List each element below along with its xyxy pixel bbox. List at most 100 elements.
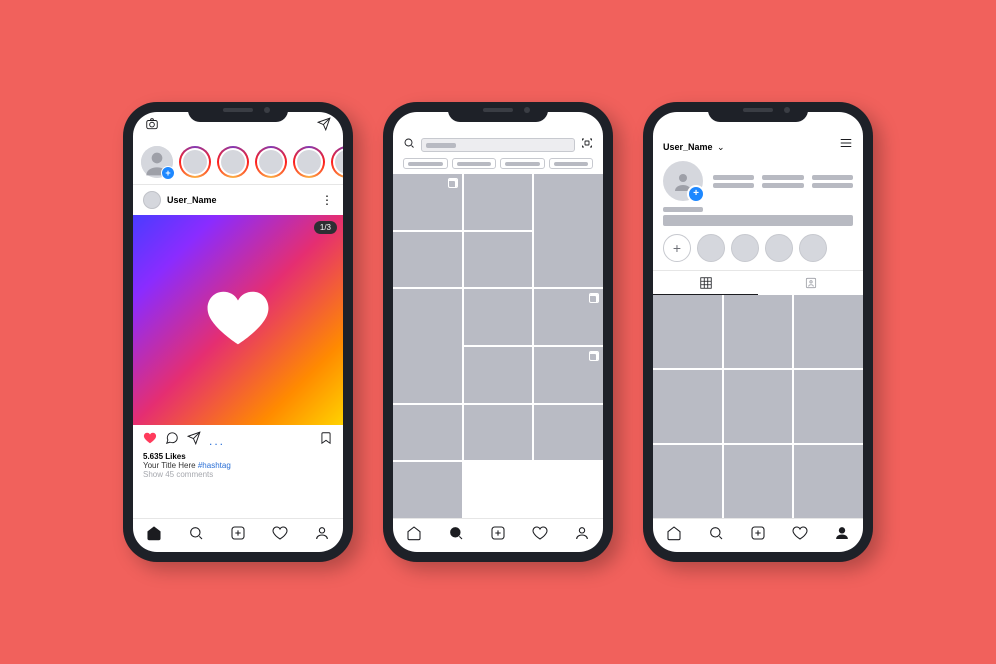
category-chip[interactable] [500, 158, 545, 169]
explore-tile[interactable] [464, 405, 533, 461]
profile-post-tile[interactable] [794, 370, 863, 443]
explore-tile[interactable] [464, 232, 533, 288]
profile-bio [653, 207, 863, 226]
comment-button[interactable] [165, 431, 179, 450]
profile-username-selector[interactable]: User_Name ⌄ [663, 137, 725, 155]
feed-navbar [133, 518, 343, 552]
nav-create-icon[interactable] [230, 525, 246, 546]
post-action-bar: ... [133, 425, 343, 452]
stat-following[interactable] [812, 175, 853, 188]
nav-activity-icon[interactable] [792, 525, 808, 546]
profile-post-tile[interactable] [653, 295, 722, 368]
highlight-item[interactable] [731, 234, 759, 262]
like-overlay-heart-icon [203, 283, 273, 358]
explore-tile[interactable] [534, 174, 603, 287]
nav-search-icon[interactable] [448, 525, 464, 546]
highlight-add[interactable]: + [663, 234, 691, 262]
explore-tile[interactable] [534, 289, 603, 345]
explore-tile[interactable] [393, 174, 462, 230]
nav-create-icon[interactable] [490, 525, 506, 546]
nav-search-icon[interactable] [188, 525, 204, 546]
carousel-dots: ... [209, 434, 225, 448]
story-your-story[interactable] [141, 146, 173, 178]
explore-tile[interactable] [464, 289, 533, 345]
story-item[interactable] [179, 146, 211, 178]
nav-home-icon[interactable] [146, 525, 162, 546]
nav-profile-icon[interactable] [834, 525, 850, 546]
bookmark-button[interactable] [319, 431, 333, 450]
nav-home-icon[interactable] [406, 525, 422, 546]
explore-category-chips [393, 158, 603, 174]
like-button[interactable] [143, 431, 157, 450]
tab-grid-posts[interactable] [653, 271, 758, 295]
story-item[interactable] [293, 146, 325, 178]
profile-post-tile[interactable] [653, 445, 722, 518]
explore-tile[interactable] [393, 462, 462, 518]
view-comments-link[interactable]: Show 45 comments [143, 470, 333, 479]
explore-tile[interactable] [393, 232, 462, 288]
profile-navbar [653, 518, 863, 552]
explore-screen [393, 112, 603, 552]
nav-search-icon[interactable] [708, 525, 724, 546]
post-image[interactable]: 1/3 [133, 215, 343, 425]
phone-explore [383, 102, 613, 562]
story-item[interactable] [217, 146, 249, 178]
stat-posts[interactable] [713, 175, 754, 188]
post-options-icon[interactable]: ⋮ [321, 193, 333, 207]
explore-tile[interactable] [393, 289, 462, 402]
feed-screen: User_Name ⋮ 1/3 ... 5 [133, 112, 343, 552]
share-button[interactable] [187, 431, 201, 450]
category-chip[interactable] [452, 158, 497, 169]
category-chip[interactable] [403, 158, 448, 169]
profile-avatar[interactable] [663, 161, 703, 201]
nav-home-icon[interactable] [666, 525, 682, 546]
nav-activity-icon[interactable] [272, 525, 288, 546]
nav-profile-icon[interactable] [314, 525, 330, 546]
hamburger-menu-icon[interactable] [839, 136, 853, 155]
scan-icon[interactable] [581, 136, 593, 154]
caption-title: Your Title Here [143, 461, 196, 470]
profile-post-tile[interactable] [724, 445, 793, 518]
explore-navbar [393, 518, 603, 552]
profile-tabs [653, 270, 863, 295]
stat-followers[interactable] [762, 175, 803, 188]
profile-post-tile[interactable] [653, 370, 722, 443]
profile-post-tile[interactable] [794, 295, 863, 368]
profile-stat-columns [713, 175, 853, 188]
explore-tile[interactable] [534, 405, 603, 461]
edit-profile-button[interactable] [663, 215, 853, 226]
bio-name-placeholder [663, 207, 703, 212]
search-icon[interactable] [403, 136, 415, 154]
nav-profile-icon[interactable] [574, 525, 590, 546]
profile-post-tile[interactable] [724, 295, 793, 368]
tab-tagged-posts[interactable] [758, 271, 863, 295]
phone-feed: User_Name ⋮ 1/3 ... 5 [123, 102, 353, 562]
story-item[interactable] [255, 146, 287, 178]
explore-grid [393, 174, 603, 518]
highlight-item[interactable] [765, 234, 793, 262]
profile-post-tile[interactable] [724, 370, 793, 443]
likes-count[interactable]: 5.635 Likes [143, 452, 333, 461]
search-input[interactable] [421, 138, 575, 152]
explore-tile[interactable] [464, 347, 533, 403]
highlight-item[interactable] [799, 234, 827, 262]
stories-row[interactable] [133, 140, 343, 185]
explore-tile[interactable] [534, 347, 603, 403]
explore-tile[interactable] [393, 405, 462, 461]
post-username[interactable]: User_Name [167, 195, 315, 205]
profile-highlights-row: + [653, 226, 863, 270]
explore-tile[interactable] [464, 174, 533, 230]
story-item[interactable] [331, 146, 343, 178]
profile-post-tile[interactable] [794, 445, 863, 518]
profile-posts-grid [653, 295, 863, 518]
category-chip[interactable] [549, 158, 594, 169]
nav-activity-icon[interactable] [532, 525, 548, 546]
camera-icon[interactable] [145, 117, 159, 136]
post-avatar[interactable] [143, 191, 161, 209]
post-caption: 5.635 Likes Your Title Here #hashtag Sho… [133, 452, 343, 483]
profile-stats-row [653, 155, 863, 207]
nav-create-icon[interactable] [750, 525, 766, 546]
send-icon[interactable] [317, 117, 331, 136]
caption-hashtag[interactable]: #hashtag [198, 461, 231, 470]
highlight-item[interactable] [697, 234, 725, 262]
